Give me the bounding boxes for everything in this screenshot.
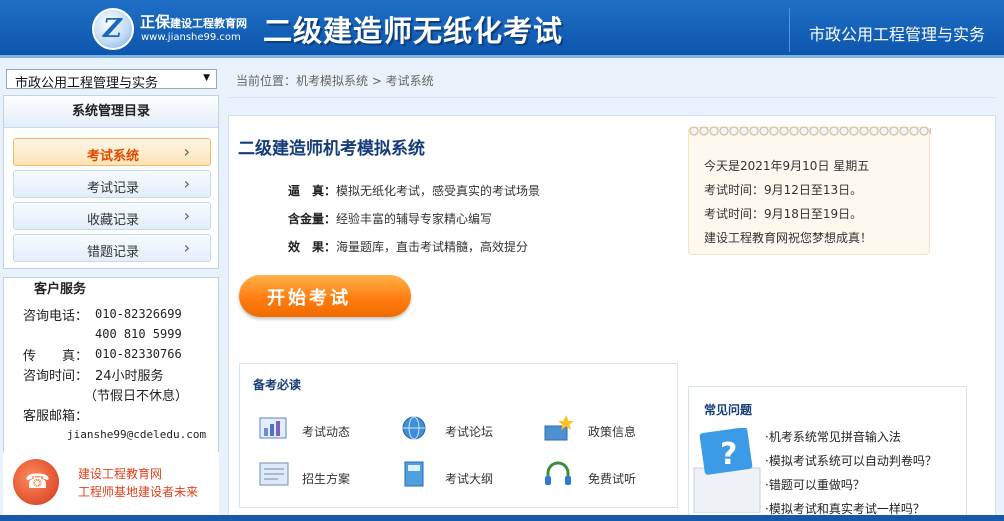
- email-label: 客服邮箱：: [23, 409, 89, 424]
- chevron-right-icon: ›: [183, 238, 190, 257]
- notice-date: 今天是2021年9月10日 星期五: [704, 159, 870, 173]
- system-menu: 系统管理目录 考试系统 › 考试记录 › 收藏记录 › 错题记录 ›: [3, 95, 219, 269]
- globe-icon: [402, 416, 426, 440]
- promo-line-1: 建设工程教育网: [78, 467, 163, 481]
- breadcrumb: 当前位置：机考模拟系统 > 考试系统: [236, 74, 434, 88]
- subject-select[interactable]: 市政公用工程管理与实务 ▼: [6, 69, 217, 91]
- menu-title: 系统管理目录: [4, 96, 218, 128]
- hours-note: （节假日不休息）: [84, 389, 189, 404]
- prep-link-admission-plan[interactable]: 招生方案: [302, 470, 350, 487]
- feature-label: 含金量：: [288, 212, 337, 226]
- feature-text: 经验丰富的辅导专家精心编写: [336, 212, 493, 226]
- hours-value: 24小时服务: [95, 369, 164, 384]
- phone-number-2: 400 810 5999: [95, 327, 182, 341]
- header-divider: [789, 8, 790, 52]
- start-exam-button[interactable]: 开始考试: [239, 275, 411, 317]
- bottom-bar: [0, 515, 1004, 521]
- menu-item-label: 考试系统: [86, 149, 139, 164]
- feature-text: 海量题库，直击考试精髓，高效提分: [336, 240, 529, 254]
- chevron-right-icon: ›: [183, 142, 190, 161]
- document-icon: [259, 462, 289, 486]
- phone-label: 咨询电话：: [23, 309, 89, 324]
- notice-exam-time-2: 考试时间：9月18日至19日。: [704, 207, 863, 221]
- book-icon: [404, 461, 424, 487]
- prep-link-syllabus[interactable]: 考试大纲: [445, 470, 493, 487]
- prep-link-exam-news[interactable]: 考试动态: [302, 423, 350, 440]
- menu-item-favorites[interactable]: 收藏记录 ›: [13, 202, 211, 230]
- logo-icon: Z: [92, 8, 134, 50]
- star-icon: [544, 415, 574, 441]
- feature-label: 逼 真：: [288, 184, 337, 198]
- feature-quality: 含金量：经验丰富的辅导专家精心编写: [288, 210, 492, 227]
- menu-item-label: 考试记录: [86, 181, 139, 196]
- breadcrumb-divider: [228, 97, 996, 98]
- feature-effect: 效 果：海量题库，直击考试精髓，高效提分: [288, 238, 528, 255]
- top-header: Z 正保建设工程教育网 www.jianshe99.com 二级建造师无纸化考试…: [0, 0, 1004, 58]
- system-title: 二级建造师机考模拟系统: [238, 139, 425, 159]
- menu-item-label: 错题记录: [86, 245, 139, 260]
- notebook-rings: [689, 125, 931, 137]
- headphone-icon: [545, 461, 571, 485]
- chevron-right-icon: ›: [183, 174, 190, 193]
- subject-select-value: 市政公用工程管理与实务: [15, 76, 159, 91]
- faq-title: 常见问题: [704, 403, 753, 417]
- menu-item-exam-system[interactable]: 考试系统 ›: [13, 138, 211, 166]
- phone-number-1: 010-82326699: [95, 307, 182, 321]
- feature-label: 效 果：: [288, 240, 337, 254]
- fax-label: 传 真：: [23, 349, 89, 364]
- start-exam-label: 开始考试: [267, 288, 351, 309]
- dropdown-arrow-icon: ▼: [203, 73, 210, 83]
- promo-line-2: 工程师基地建设者未来: [78, 485, 199, 499]
- feature-text: 模拟无纸化考试，感受真实的考试场景: [336, 184, 541, 198]
- brand-url: www.jianshe99.com: [141, 32, 241, 43]
- menu-item-wrong-answers[interactable]: 错题记录 ›: [13, 234, 211, 262]
- menu-item-label: 收藏记录: [86, 213, 139, 228]
- exam-notice-card: 今天是2021年9月10日 星期五 考试时间：9月12日至13日。 考试时间：9…: [688, 125, 931, 255]
- question-icon: ?: [693, 428, 761, 513]
- email-address[interactable]: jianshe99@cdeledu.com: [67, 428, 206, 441]
- subject-title: 市政公用工程管理与实务: [808, 25, 985, 44]
- faq-link-auto-grading[interactable]: ·模拟考试系统可以自动判卷吗？: [765, 452, 937, 469]
- prep-link-policy[interactable]: 政策信息: [588, 423, 636, 440]
- prep-link-exam-forum[interactable]: 考试论坛: [445, 423, 493, 440]
- fax-number: 010-82330766: [95, 347, 182, 361]
- svg-text:?: ?: [720, 437, 737, 472]
- faq-link-redo[interactable]: ·错题可以重做吗？: [765, 476, 865, 493]
- chevron-right-icon: ›: [183, 206, 190, 225]
- telephone-icon: ☎: [13, 459, 59, 505]
- feature-realistic: 逼 真：模拟无纸化考试，感受真实的考试场景: [288, 182, 540, 199]
- prep-title: 备考必读: [253, 378, 302, 392]
- prep-link-free-trial[interactable]: 免费试听: [588, 470, 636, 487]
- customer-service-title: 客户服务: [34, 282, 87, 297]
- menu-item-exam-records[interactable]: 考试记录 ›: [13, 170, 211, 198]
- notice-wish: 建设工程教育网祝您梦想成真！: [704, 231, 873, 245]
- notice-exam-time-1: 考试时间：9月12日至13日。: [704, 183, 863, 197]
- faq-link-pinyin[interactable]: ·机考系统常见拼音输入法: [765, 428, 901, 445]
- brand-name: 正保建设工程教育网: [140, 13, 248, 31]
- page-title: 二级建造师无纸化考试: [263, 14, 564, 48]
- chart-icon: [259, 417, 287, 439]
- hours-label: 咨询时间：: [23, 369, 89, 384]
- promo-banner[interactable]: ☎ 建设工程教育网 工程师基地建设者未来: [3, 452, 219, 521]
